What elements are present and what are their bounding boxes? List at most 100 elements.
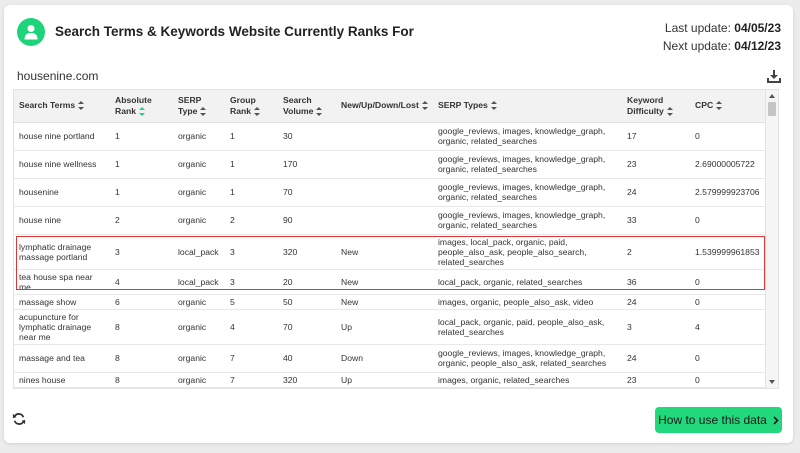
sort-icon[interactable] [200, 106, 207, 116]
sort-icon[interactable] [716, 101, 723, 111]
table-cell: 4 [110, 269, 173, 295]
table-row: house nine 2 organic 2 90 google_reviews, ima… [14, 206, 766, 235]
table-cell: google_reviews, images, knowledge_graph,… [433, 206, 622, 235]
table-cell: organic [173, 309, 225, 345]
col-keyword-difficulty[interactable]: Keyword Difficulty [622, 90, 690, 123]
table-cell: 2.69000005722 [690, 150, 766, 179]
table-cell: 24 [622, 294, 690, 310]
table-row: massage show 6 organic 5 50 New images, organi… [14, 294, 766, 310]
table-cell [336, 178, 433, 207]
table-cell: 0 [690, 122, 766, 151]
table-cell: 1 [110, 150, 173, 179]
download-icon[interactable] [767, 69, 781, 83]
table-cell [110, 387, 173, 388]
table-cell: 23 [622, 372, 690, 388]
keywords-table-container[interactable]: Search Terms Absolute Rank SERP Type Gro… [13, 89, 779, 389]
scroll-down-icon[interactable] [769, 380, 775, 384]
sort-icon[interactable] [316, 106, 323, 116]
table-cell: 6 [110, 294, 173, 310]
table-cell: 17 [622, 122, 690, 151]
how-to-use-button[interactable]: How to use this data [655, 407, 782, 433]
keywords-table: Search Terms Absolute Rank SERP Type Gro… [14, 90, 766, 388]
table-cell: 36 [622, 269, 690, 295]
sort-icon[interactable] [666, 106, 674, 116]
table-cell [433, 387, 622, 388]
table-cell: 33 [622, 206, 690, 235]
table-cell: house nine wellness [14, 150, 110, 179]
table-row: tea house spa near me 4 local_pack 3 20 New lo… [14, 269, 766, 295]
col-absolute-rank[interactable]: Absolute Rank [110, 90, 173, 123]
table-cell [278, 387, 336, 388]
table-cell [173, 387, 225, 388]
sort-active-icon[interactable] [139, 106, 146, 116]
table-cell: 1 [110, 178, 173, 207]
scroll-thumb[interactable] [768, 102, 776, 116]
table-cell: 70 [278, 178, 336, 207]
sort-icon[interactable] [490, 101, 498, 111]
domain-label: housenine.com [17, 69, 99, 83]
col-serp-types[interactable]: SERP Types [433, 90, 622, 123]
table-cell: 24 [622, 178, 690, 207]
table-cell: google_reviews, images, knowledge_graph,… [433, 178, 622, 207]
table-cell: tea house spa near me [14, 269, 110, 295]
table-cell: 50 [278, 294, 336, 310]
table-cell: local_pack [173, 269, 225, 295]
table-cell: 320 [278, 234, 336, 270]
table-cell: google_reviews, images, knowledge_graph,… [433, 344, 622, 373]
table-cell: New [336, 269, 433, 295]
table-cell: organic [173, 372, 225, 388]
table-cell: 90 [278, 206, 336, 235]
table-cell: house nine portland [14, 122, 110, 151]
table-cell: organic [173, 178, 225, 207]
table-row: lymphatic drainage massage portland 3 loca… [14, 234, 766, 270]
table-cell: massage and tea [14, 344, 110, 373]
table-cell: 8 [110, 309, 173, 345]
table-cell [14, 387, 110, 388]
table-cell: organic [173, 150, 225, 179]
table-row: massage and tea 8 organic 7 40 Down google_rev… [14, 344, 766, 373]
col-search-terms[interactable]: Search Terms [14, 90, 110, 123]
table-cell: Up [336, 372, 433, 388]
table-cell: New [336, 294, 433, 310]
col-new-up-down-lost[interactable]: New/Up/Down/Lost [336, 90, 433, 123]
table-cell [690, 387, 766, 388]
sort-icon[interactable] [254, 106, 261, 116]
table-cell: 40 [278, 344, 336, 373]
table-cell: 1 [225, 150, 278, 179]
sort-icon[interactable] [421, 101, 429, 111]
table-cell: 0 [690, 372, 766, 388]
last-update: Last update: 04/05/23 [664, 21, 781, 35]
table-cell: 1.539999961853 [690, 234, 766, 270]
table-cell: 1 [110, 122, 173, 151]
table-row: house nine wellness 1 organic 1 170 google_re… [14, 150, 766, 179]
table-cell: organic [173, 122, 225, 151]
table-cell [336, 122, 433, 151]
table-cell: 30 [278, 122, 336, 151]
table-cell: organic [173, 206, 225, 235]
table-cell: 23 [622, 150, 690, 179]
table-row: house nine portland 1 organic 1 30 google_rev… [14, 122, 766, 151]
table-cell: 4 [225, 309, 278, 345]
table-cell: 2 [225, 206, 278, 235]
col-group-rank[interactable]: Group Rank [225, 90, 278, 123]
table-cell: 0 [690, 344, 766, 373]
sort-icon[interactable] [78, 101, 85, 111]
table-cell: 2 [622, 234, 690, 270]
table-cell: 3 [225, 234, 278, 270]
col-search-volume[interactable]: Search Volume [278, 90, 336, 123]
table-body: house nine portland 1 organic 1 30 google_rev… [14, 122, 766, 388]
scroll-up-icon[interactable] [769, 94, 775, 98]
table-cell: 2.579999923706 [690, 178, 766, 207]
table-cell: lymphatic drainage massage portland [14, 234, 110, 270]
table-cell: 3 [225, 269, 278, 295]
vertical-scrollbar[interactable] [765, 90, 778, 388]
col-serp-type[interactable]: SERP Type [173, 90, 225, 123]
refresh-icon[interactable] [12, 412, 26, 426]
table-cell: acupuncture for lymphatic drainage near … [14, 309, 110, 345]
update-info: Last update: 04/05/23 Next update: 04/12… [663, 19, 781, 55]
table-row: housenine 1 organic 1 70 google_reviews, imag… [14, 178, 766, 207]
col-cpc[interactable]: CPC [690, 90, 766, 123]
last-update-date: 04/05/23 [734, 21, 781, 35]
table-cell [622, 387, 690, 388]
table-cell: organic [173, 344, 225, 373]
